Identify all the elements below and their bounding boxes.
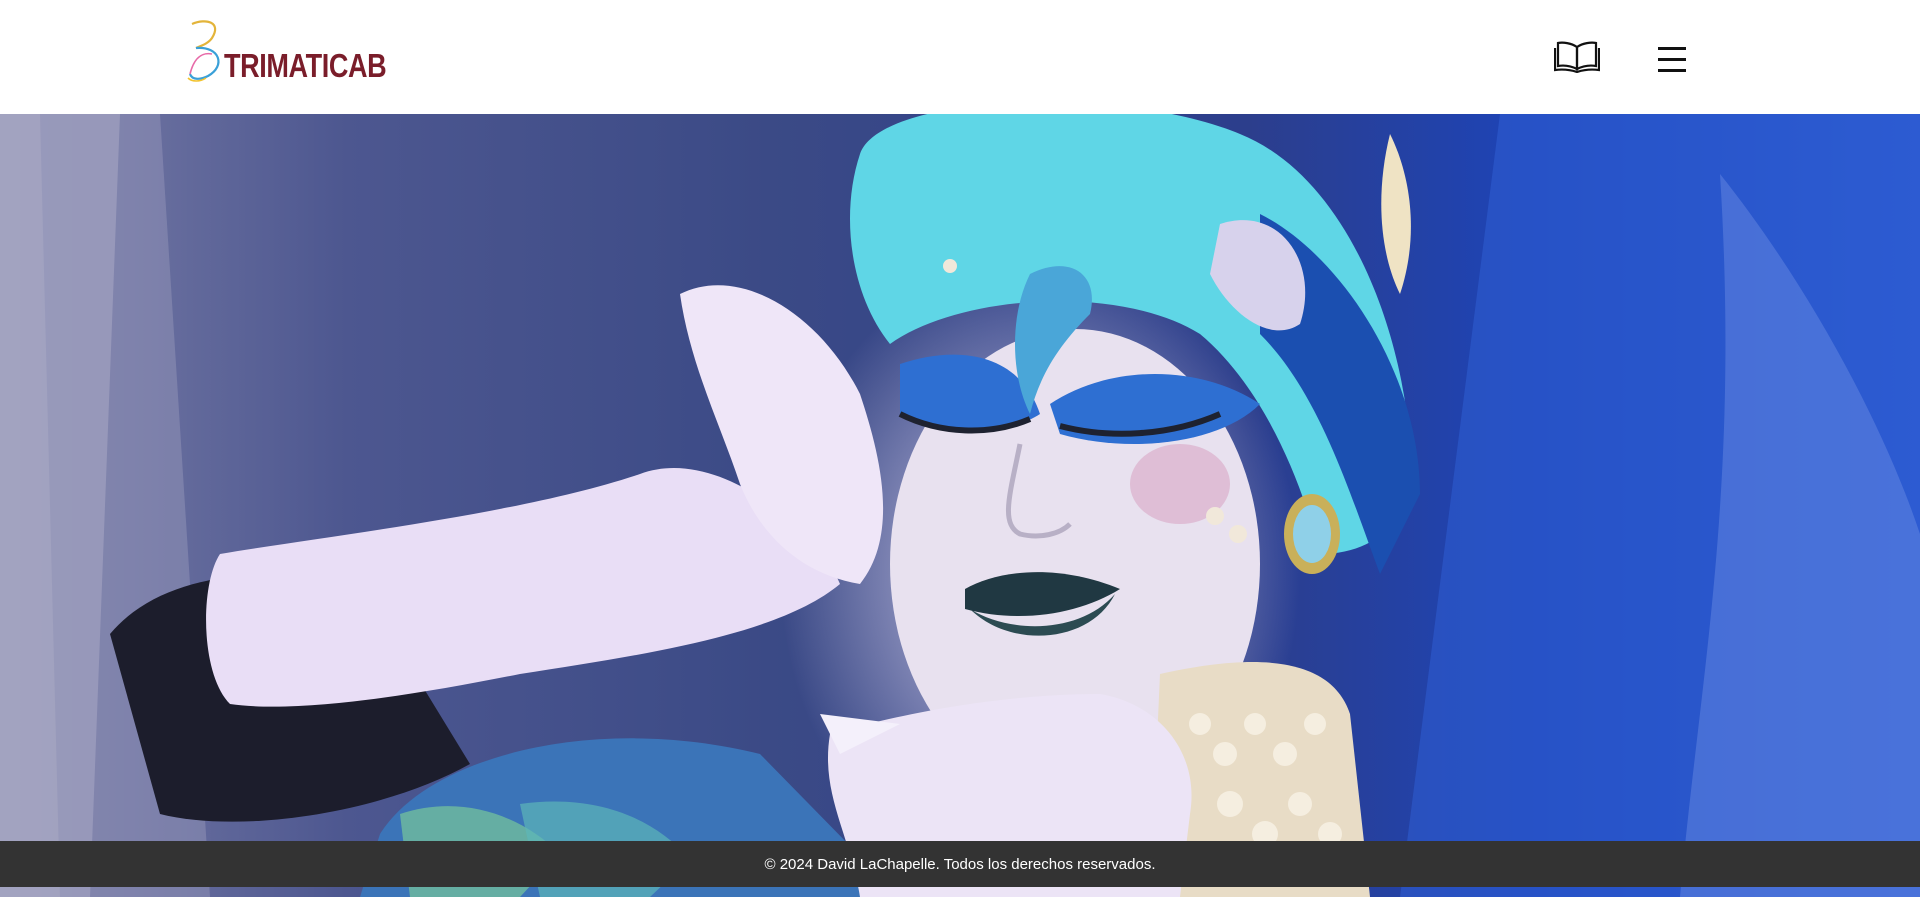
open-book-icon: [1554, 41, 1600, 73]
hamburger-menu-button[interactable]: [1654, 42, 1690, 78]
portrait-illustration: [0, 114, 1920, 897]
site-footer: © 2024 David LaChapelle. Todos los derec…: [0, 841, 1920, 887]
copyright-text: © 2024 David LaChapelle. Todos los derec…: [764, 855, 1156, 873]
site-header: TRIMATICAB: [0, 0, 1920, 114]
brand-name: TRIMATICAB: [224, 47, 387, 84]
catalog-button[interactable]: [1553, 38, 1601, 74]
hero-image: [0, 114, 1920, 897]
brand-logo[interactable]: TRIMATICAB: [186, 18, 422, 84]
